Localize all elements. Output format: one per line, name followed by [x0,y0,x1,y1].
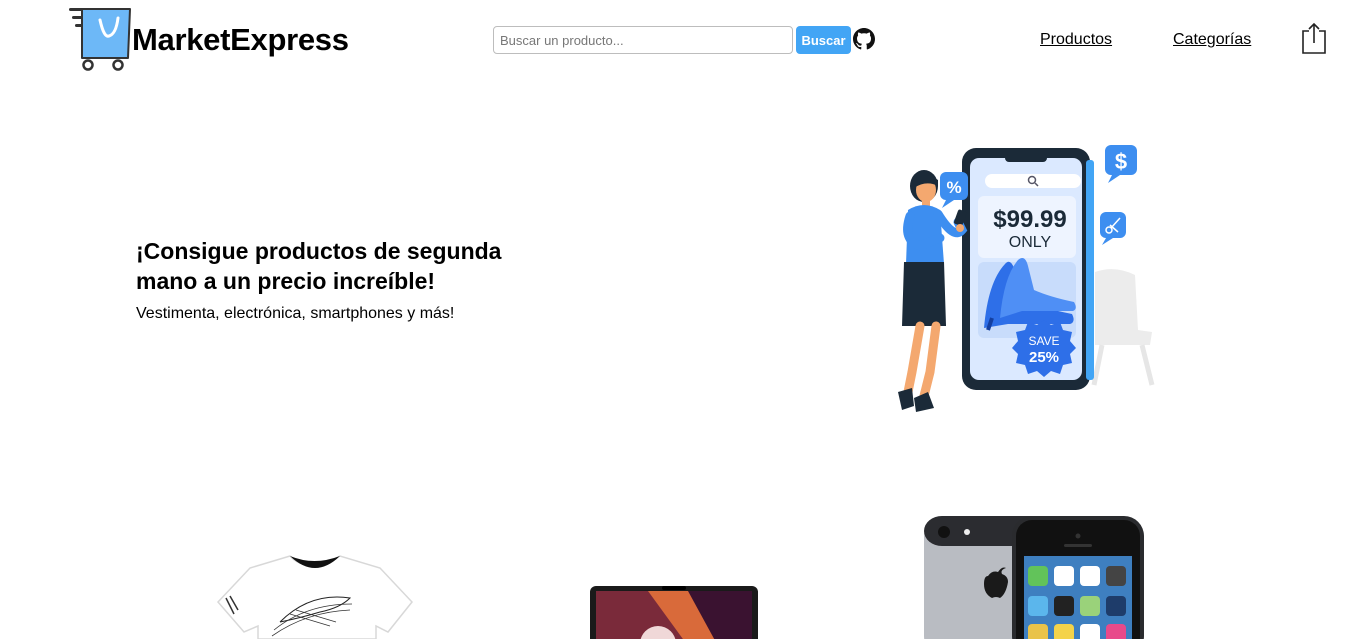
illustration-badge-line2: 25% [1029,349,1059,366]
search-button[interactable]: Buscar [796,26,851,54]
share-icon[interactable] [1300,22,1328,54]
product-image-tshirt[interactable] [210,552,422,639]
product-image-iphone[interactable] [922,514,1146,639]
svg-text:%: % [946,178,961,197]
illustration-price-caption: ONLY [1009,234,1052,251]
brand-name[interactable]: MarketExpress [132,22,349,58]
header: MarketExpress Buscar Productos Categoría… [0,0,1348,80]
hero-title: ¡Consigue productos de segunda mano a un… [136,238,502,294]
svg-text:$: $ [1115,149,1127,174]
nav-link-productos[interactable]: Productos [1040,31,1112,49]
hero-illustration: $99.99 ONLY SAVE 25% % $ [898,145,1155,412]
search-input[interactable] [493,26,793,54]
hero-subtitle: Vestimenta, electrónica, smartphones y m… [136,305,455,322]
nav-link-categorias[interactable]: Categorías [1173,31,1251,49]
shopping-cart-logo-icon[interactable] [66,6,136,72]
product-image-laptop[interactable] [588,584,760,639]
illustration-price: $99.99 [993,206,1066,233]
github-icon[interactable] [853,28,875,50]
illustration-badge-line1: SAVE [1028,334,1059,348]
